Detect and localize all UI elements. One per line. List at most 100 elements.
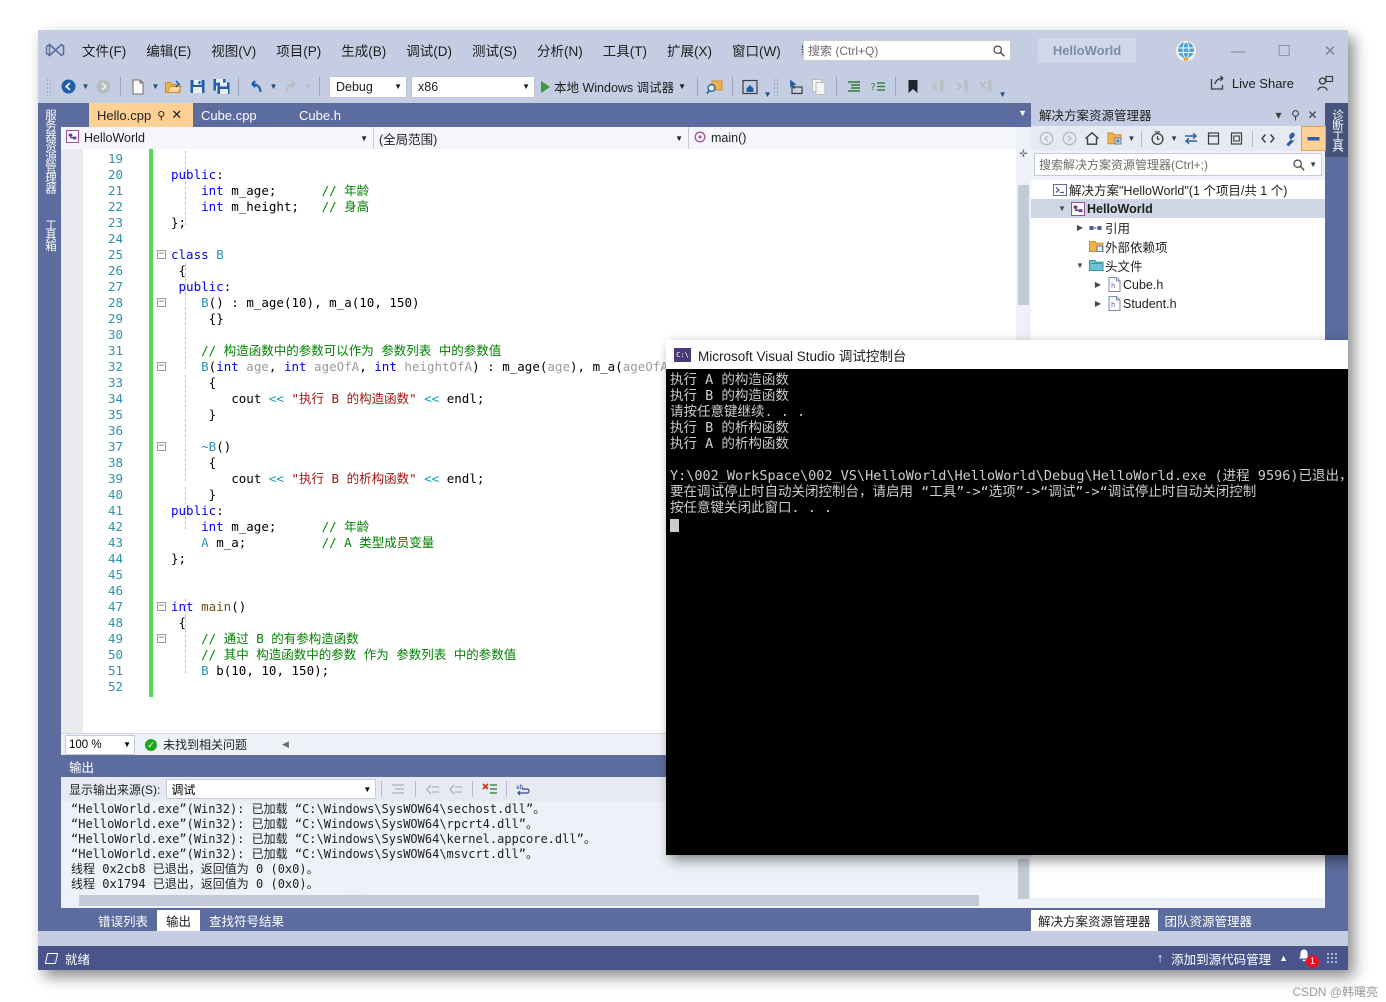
document-tab-overflow-icon[interactable]: ▼ bbox=[1018, 108, 1027, 118]
attach-to-process-icon[interactable] bbox=[703, 75, 727, 99]
tab-output[interactable]: 输出 bbox=[157, 910, 201, 931]
notifications-button[interactable]: 1 bbox=[1296, 948, 1319, 968]
chevron-down-icon-7[interactable]: ▼ bbox=[1126, 127, 1137, 150]
twisty-icon[interactable]: ▼ bbox=[1073, 261, 1087, 270]
tree-item-3[interactable]: 外部依赖项 bbox=[1031, 237, 1325, 256]
menu-project[interactable]: 项目(P) bbox=[267, 36, 330, 64]
comment-lines-icon[interactable]: ? bbox=[866, 75, 890, 99]
preview-selected-items-icon[interactable] bbox=[1301, 126, 1326, 151]
account-avatar[interactable] bbox=[1174, 39, 1198, 63]
sidebar-tab-toolbox[interactable]: 工具箱 bbox=[38, 213, 62, 257]
panel-menu-icon[interactable]: ▾ bbox=[1270, 108, 1287, 122]
menu-edit[interactable]: 编辑(E) bbox=[137, 36, 200, 64]
solution-home-icon[interactable] bbox=[738, 75, 762, 99]
toggle-word-wrap-icon[interactable]: ab bbox=[512, 778, 535, 800]
new-project-dropdown-icon[interactable]: ▼ bbox=[150, 75, 161, 99]
pin-icon[interactable]: ⚲ bbox=[157, 109, 165, 122]
fold-toggle-icon[interactable]: − bbox=[157, 634, 166, 643]
document-tab-cube-h[interactable]: Cube.h bbox=[291, 103, 387, 127]
start-debugging-dropdown-icon[interactable]: ▼ bbox=[678, 82, 686, 91]
save-all-icon[interactable] bbox=[209, 75, 233, 99]
navbar-project-combo[interactable]: HelloWorld ▼ bbox=[61, 127, 374, 149]
sidebar-tab-diagnostic-tools[interactable]: 诊断工具 bbox=[1325, 103, 1348, 157]
zoom-level-combo[interactable]: 100 % ▼ bbox=[65, 734, 135, 755]
tab-solution-explorer[interactable]: 解决方案资源管理器 bbox=[1031, 910, 1158, 931]
search-options-dropdown-icon[interactable]: ▼ bbox=[1309, 160, 1317, 169]
output-source-combo[interactable]: 调试 ▼ bbox=[166, 779, 377, 799]
menu-debug[interactable]: 调试(D) bbox=[397, 36, 461, 64]
indent-lines-icon[interactable] bbox=[842, 75, 866, 99]
menu-tools[interactable]: 工具(T) bbox=[594, 36, 656, 64]
issues-prev-icon[interactable]: ◀ bbox=[282, 739, 289, 750]
add-to-source-control-label[interactable]: 添加到源代码管理 bbox=[1171, 949, 1271, 968]
tab-team-explorer[interactable]: 团队资源管理器 bbox=[1158, 910, 1260, 931]
toolbar-grip[interactable] bbox=[46, 77, 53, 96]
solution-home-dropdown-icon[interactable]: ▼ bbox=[762, 75, 773, 99]
home-icon[interactable] bbox=[1081, 127, 1104, 150]
sync-with-active-document-icon[interactable] bbox=[1179, 127, 1202, 150]
show-all-files-icon[interactable] bbox=[1257, 127, 1280, 150]
undo-dropdown-icon[interactable]: ▼ bbox=[268, 75, 279, 99]
navbar-member-combo[interactable]: main() bbox=[689, 127, 1016, 149]
resize-grip[interactable] bbox=[1326, 952, 1338, 964]
open-file-icon[interactable] bbox=[161, 75, 185, 99]
chevron-down-icon-8[interactable]: ▼ bbox=[1169, 127, 1180, 150]
document-tab-hello-cpp[interactable]: Hello.cpp ⚲ ✕ bbox=[89, 103, 193, 127]
close-button[interactable]: ✕ bbox=[1313, 38, 1347, 64]
navigate-backward-icon[interactable] bbox=[56, 75, 80, 99]
refresh-icon[interactable] bbox=[1202, 127, 1225, 150]
document-tab-cube-cpp[interactable]: Cube.cpp bbox=[193, 103, 291, 127]
pin-icon-2[interactable]: ⚲ bbox=[1287, 108, 1304, 122]
menu-file[interactable]: 文件(F) bbox=[73, 36, 135, 64]
close-icon-2[interactable]: ✕ bbox=[1304, 108, 1321, 122]
search-input[interactable]: 搜索 (Ctrl+Q) bbox=[803, 40, 1011, 61]
undo-icon[interactable] bbox=[244, 75, 268, 99]
pending-changes-icon[interactable] bbox=[1146, 127, 1169, 150]
navbar-scope-combo[interactable]: (全局范围) ▼ bbox=[374, 127, 689, 149]
fold-toggle-icon[interactable]: − bbox=[157, 250, 166, 259]
fold-toggle-icon[interactable]: − bbox=[157, 298, 166, 307]
twisty-icon[interactable]: ▶ bbox=[1073, 223, 1087, 232]
tree-item-2[interactable]: ▶ 引用 bbox=[1031, 218, 1325, 237]
debug-console-window[interactable]: C:\ Microsoft Visual Studio 调试控制台 执行 A 的… bbox=[666, 340, 1348, 855]
fold-toggle-icon[interactable]: − bbox=[157, 602, 166, 611]
solution-platform-combo[interactable]: x86 ▼ bbox=[411, 75, 535, 98]
toolbar-overflow-icon[interactable]: ▼ bbox=[997, 75, 1008, 99]
tree-item-4[interactable]: ▼ 头文件 bbox=[1031, 256, 1325, 275]
save-icon[interactable] bbox=[185, 75, 209, 99]
tree-item-1[interactable]: ▼ HelloWorld bbox=[1031, 199, 1325, 218]
properties-icon[interactable] bbox=[1279, 127, 1302, 150]
twisty-icon[interactable]: ▶ bbox=[1091, 280, 1105, 289]
tree-item-6[interactable]: ▶ h Student.h bbox=[1031, 294, 1325, 313]
output-vscroll-thumb[interactable] bbox=[1018, 859, 1029, 899]
solution-search-input[interactable]: 搜索解决方案资源管理器(Ctrl+;) ▼ bbox=[1034, 153, 1322, 176]
source-control-chevron-icon[interactable]: ▲ bbox=[1279, 953, 1288, 963]
menu-build[interactable]: 生成(B) bbox=[332, 36, 395, 64]
clear-all-icon[interactable] bbox=[478, 778, 501, 800]
menu-extensions[interactable]: 扩展(X) bbox=[658, 36, 721, 64]
minimize-button[interactable]: — bbox=[1221, 38, 1255, 64]
navigate-backward-dropdown-icon[interactable]: ▼ bbox=[80, 75, 91, 99]
output-hscroll-thumb[interactable] bbox=[79, 895, 979, 906]
editor-scrollbar-thumb[interactable] bbox=[1018, 185, 1029, 305]
output-horizontal-scrollbar[interactable] bbox=[61, 893, 1016, 908]
twisty-icon[interactable]: ▼ bbox=[1055, 204, 1069, 213]
menu-view[interactable]: 视图(V) bbox=[202, 36, 265, 64]
bookmark-icon[interactable] bbox=[901, 75, 925, 99]
fold-toggle-icon[interactable]: − bbox=[157, 362, 166, 371]
fold-toggle-icon[interactable]: − bbox=[157, 442, 166, 451]
pending-changes-filter-icon[interactable] bbox=[1103, 127, 1126, 150]
manage-session-icon[interactable] bbox=[1316, 75, 1334, 98]
tree-item-0[interactable]: 解决方案"HelloWorld"(1 个项目/共 1 个) bbox=[1031, 180, 1325, 199]
menu-analyze[interactable]: 分析(N) bbox=[528, 36, 592, 64]
close-icon[interactable]: ✕ bbox=[171, 107, 182, 123]
tab-find-symbol-results[interactable]: 查找符号结果 bbox=[200, 910, 293, 931]
new-project-icon[interactable] bbox=[126, 75, 150, 99]
sidebar-tab-server-explorer[interactable]: 服务器资源管理器 bbox=[38, 103, 62, 199]
editor-split-handle[interactable]: ✛ bbox=[1016, 149, 1031, 169]
menu-test[interactable]: 测试(S) bbox=[463, 36, 526, 64]
collapse-all-icon[interactable] bbox=[1225, 127, 1248, 150]
menu-window[interactable]: 窗口(W) bbox=[723, 36, 790, 64]
pointer-select-icon[interactable] bbox=[783, 75, 807, 99]
live-share-button[interactable]: Live Share bbox=[1210, 75, 1294, 91]
